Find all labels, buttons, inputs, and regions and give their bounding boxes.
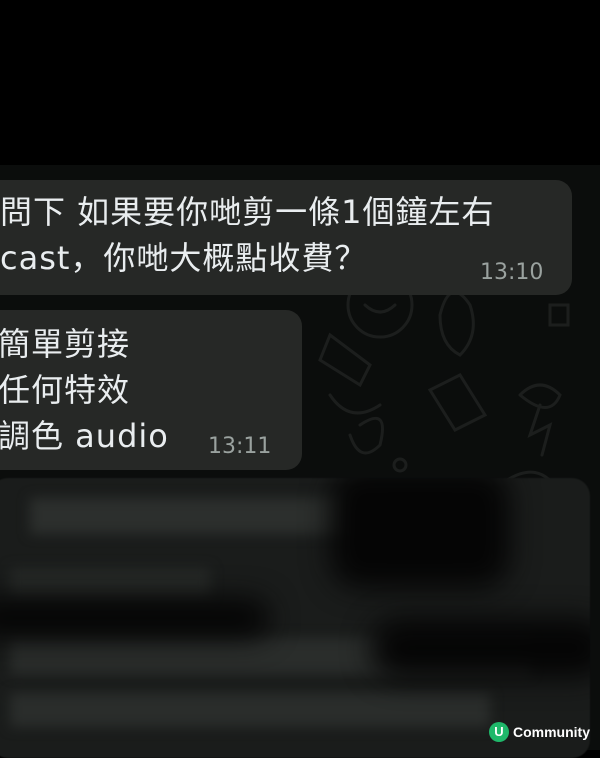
note-doodle-icon — [427, 373, 488, 432]
moon-doodle-icon — [348, 416, 384, 455]
message-line: 簡單剪接 — [0, 325, 131, 363]
message-line: 任何特效 — [0, 371, 131, 409]
dot-doodle-icon — [392, 457, 408, 473]
hand-doodle-icon — [318, 332, 372, 388]
lightning-doodle-icon — [527, 403, 553, 457]
redacted-text — [30, 498, 350, 534]
lock-doodle-icon — [548, 303, 570, 327]
redacted-message-bubble — [0, 478, 590, 758]
message-bubble-received-1[interactable]: 問下 如果要你哋剪一條1個鐘左右 cast，你哋大概點收費？ 13:10 — [0, 180, 572, 295]
redacted-text — [10, 568, 210, 598]
message-line: 調色 audio — [0, 417, 169, 455]
community-watermark: U Community — [489, 722, 590, 742]
u-logo-icon: U — [489, 722, 509, 742]
message-timestamp: 13:11 — [208, 434, 272, 459]
smile-doodle-icon — [363, 303, 397, 314]
watermark-text: Community — [513, 724, 590, 740]
rock-hand-doodle-icon — [328, 393, 382, 415]
redacted-text — [10, 693, 490, 727]
message-line: 問下 如果要你哋剪一條1個鐘左右 — [0, 193, 495, 231]
message-bubble-received-2[interactable]: 簡單剪接 任何特效 調色 audio 13:11 — [0, 310, 302, 470]
corn-doodle-icon — [438, 290, 475, 357]
message-line: cast，你哋大概點收費？ — [0, 239, 368, 277]
top-blank-area — [0, 0, 600, 165]
message-timestamp: 13:10 — [480, 260, 544, 285]
